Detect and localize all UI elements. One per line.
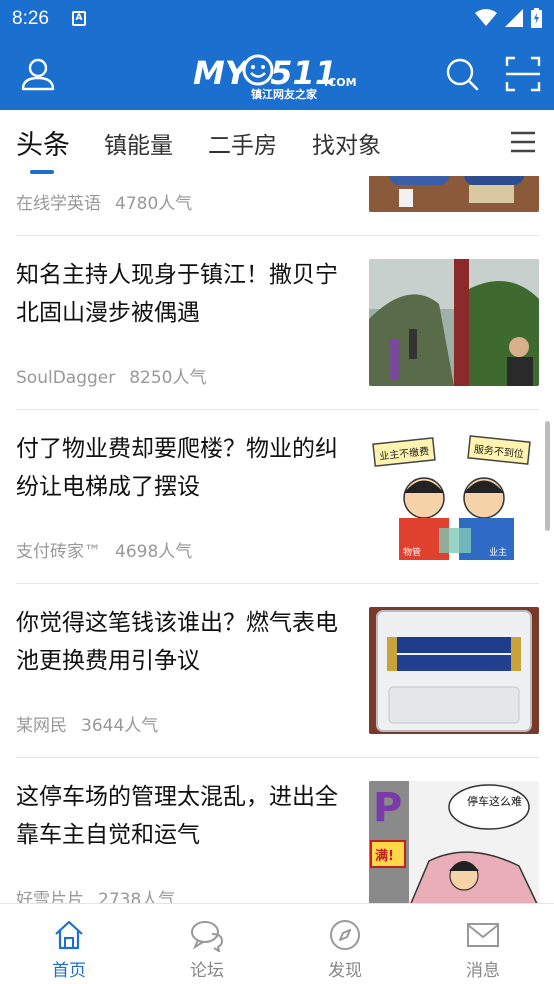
mail-icon: [467, 923, 499, 947]
home-icon: [55, 920, 83, 950]
item-popularity: 4698人气: [115, 542, 193, 562]
item-title: 这停车场的管理太混乱，进出全靠车主自觉和运气: [16, 784, 338, 848]
compass-icon: [330, 920, 360, 950]
image-shirt-left: 物管: [403, 546, 421, 558]
item-thumbnail: 业主不缴费 服务不到位 物管 业主: [369, 433, 539, 560]
item-meta: 支付砖家™ 4698人气: [16, 537, 192, 562]
news-feed[interactable]: 在线学英语 4780人气 知名主持人现身于镇江！撒贝宁北固山漫步被偶遇 SoulD…: [0, 176, 554, 903]
item-meta: 某网民 3644人气: [16, 711, 158, 736]
item-popularity: 8250人气: [129, 368, 207, 388]
nav-messages[interactable]: 消息: [414, 904, 552, 984]
item-popularity: 3644人气: [81, 716, 159, 736]
tab-dating[interactable]: 找对象: [312, 126, 381, 160]
item-thumbnail: P 满! 停车这么难: [369, 781, 539, 903]
chat-bubbles-icon: [191, 921, 224, 952]
item-thumbnail: [369, 176, 539, 212]
nav-discover[interactable]: 发现: [276, 904, 414, 984]
bottom-navigation: 首页 论坛 发现 消息: [0, 903, 554, 984]
nav-messages-label: 消息: [466, 961, 500, 981]
tab-headlines[interactable]: 头条: [16, 123, 70, 162]
scan-icon[interactable]: [503, 54, 543, 94]
menu-icon[interactable]: [510, 130, 536, 154]
divider: [16, 757, 539, 758]
item-meta: 在线学英语 4780人气: [16, 189, 192, 214]
logo-com-text: .COM: [324, 76, 357, 89]
item-author: 支付砖家™: [16, 542, 101, 562]
item-title: 付了物业费却要爬楼？物业的纠纷让电梯成了摆设: [16, 436, 338, 500]
divider: [16, 583, 539, 584]
wifi-icon: [475, 9, 497, 26]
item-author: SoulDagger: [16, 368, 116, 388]
item-author: 在线学英语: [16, 194, 101, 214]
status-bar: 8:26 A: [0, 0, 554, 38]
image-bubble: 停车这么难: [467, 794, 522, 808]
tab-zhen-energy[interactable]: 镇能量: [104, 126, 173, 160]
site-logo: MY0511 .COM 镇江网友之家: [193, 54, 357, 100]
item-author: 好雪片片: [16, 890, 84, 903]
signal-icon: [505, 9, 523, 27]
item-thumbnail: [369, 259, 539, 386]
image-sign: 满!: [375, 848, 394, 864]
nav-home-label: 首页: [52, 961, 86, 981]
logo-sub-text: 镇江网友之家: [251, 87, 318, 100]
item-popularity: 2738人气: [98, 890, 176, 903]
tab-second-hand-house[interactable]: 二手房: [208, 126, 277, 160]
item-popularity: 4780人气: [115, 194, 193, 214]
nav-forum[interactable]: 论坛: [138, 904, 276, 984]
scrollbar[interactable]: [545, 421, 550, 531]
active-tab-indicator: [30, 170, 54, 174]
notification-icon: A: [72, 11, 86, 26]
divider: [16, 409, 539, 410]
user-icon[interactable]: [18, 54, 58, 94]
item-meta: 好雪片片 2738人气: [16, 885, 175, 903]
item-meta: SoulDagger 8250人气: [16, 363, 207, 388]
category-tabs: 头条 镇能量 二手房 找对象: [0, 110, 554, 176]
nav-discover-label: 发现: [328, 961, 362, 981]
nav-home[interactable]: 首页: [0, 904, 138, 984]
battery-icon: [531, 8, 542, 28]
divider: [16, 235, 539, 236]
item-author: 某网民: [16, 716, 67, 736]
image-shirt-right: 业主: [489, 546, 507, 558]
item-title: 你觉得这笔钱该谁出？燃气表电池更换费用引争议: [16, 610, 338, 674]
search-icon[interactable]: [442, 54, 482, 94]
svg-text:P: P: [373, 785, 402, 831]
item-thumbnail: [369, 607, 539, 734]
item-title: 知名主持人现身于镇江！撒贝宁北固山漫步被偶遇: [16, 262, 338, 326]
status-icons: [475, 8, 542, 28]
app-header: MY0511 .COM 镇江网友之家: [0, 38, 554, 110]
status-time: 8:26: [12, 8, 49, 29]
nav-forum-label: 论坛: [190, 961, 224, 981]
